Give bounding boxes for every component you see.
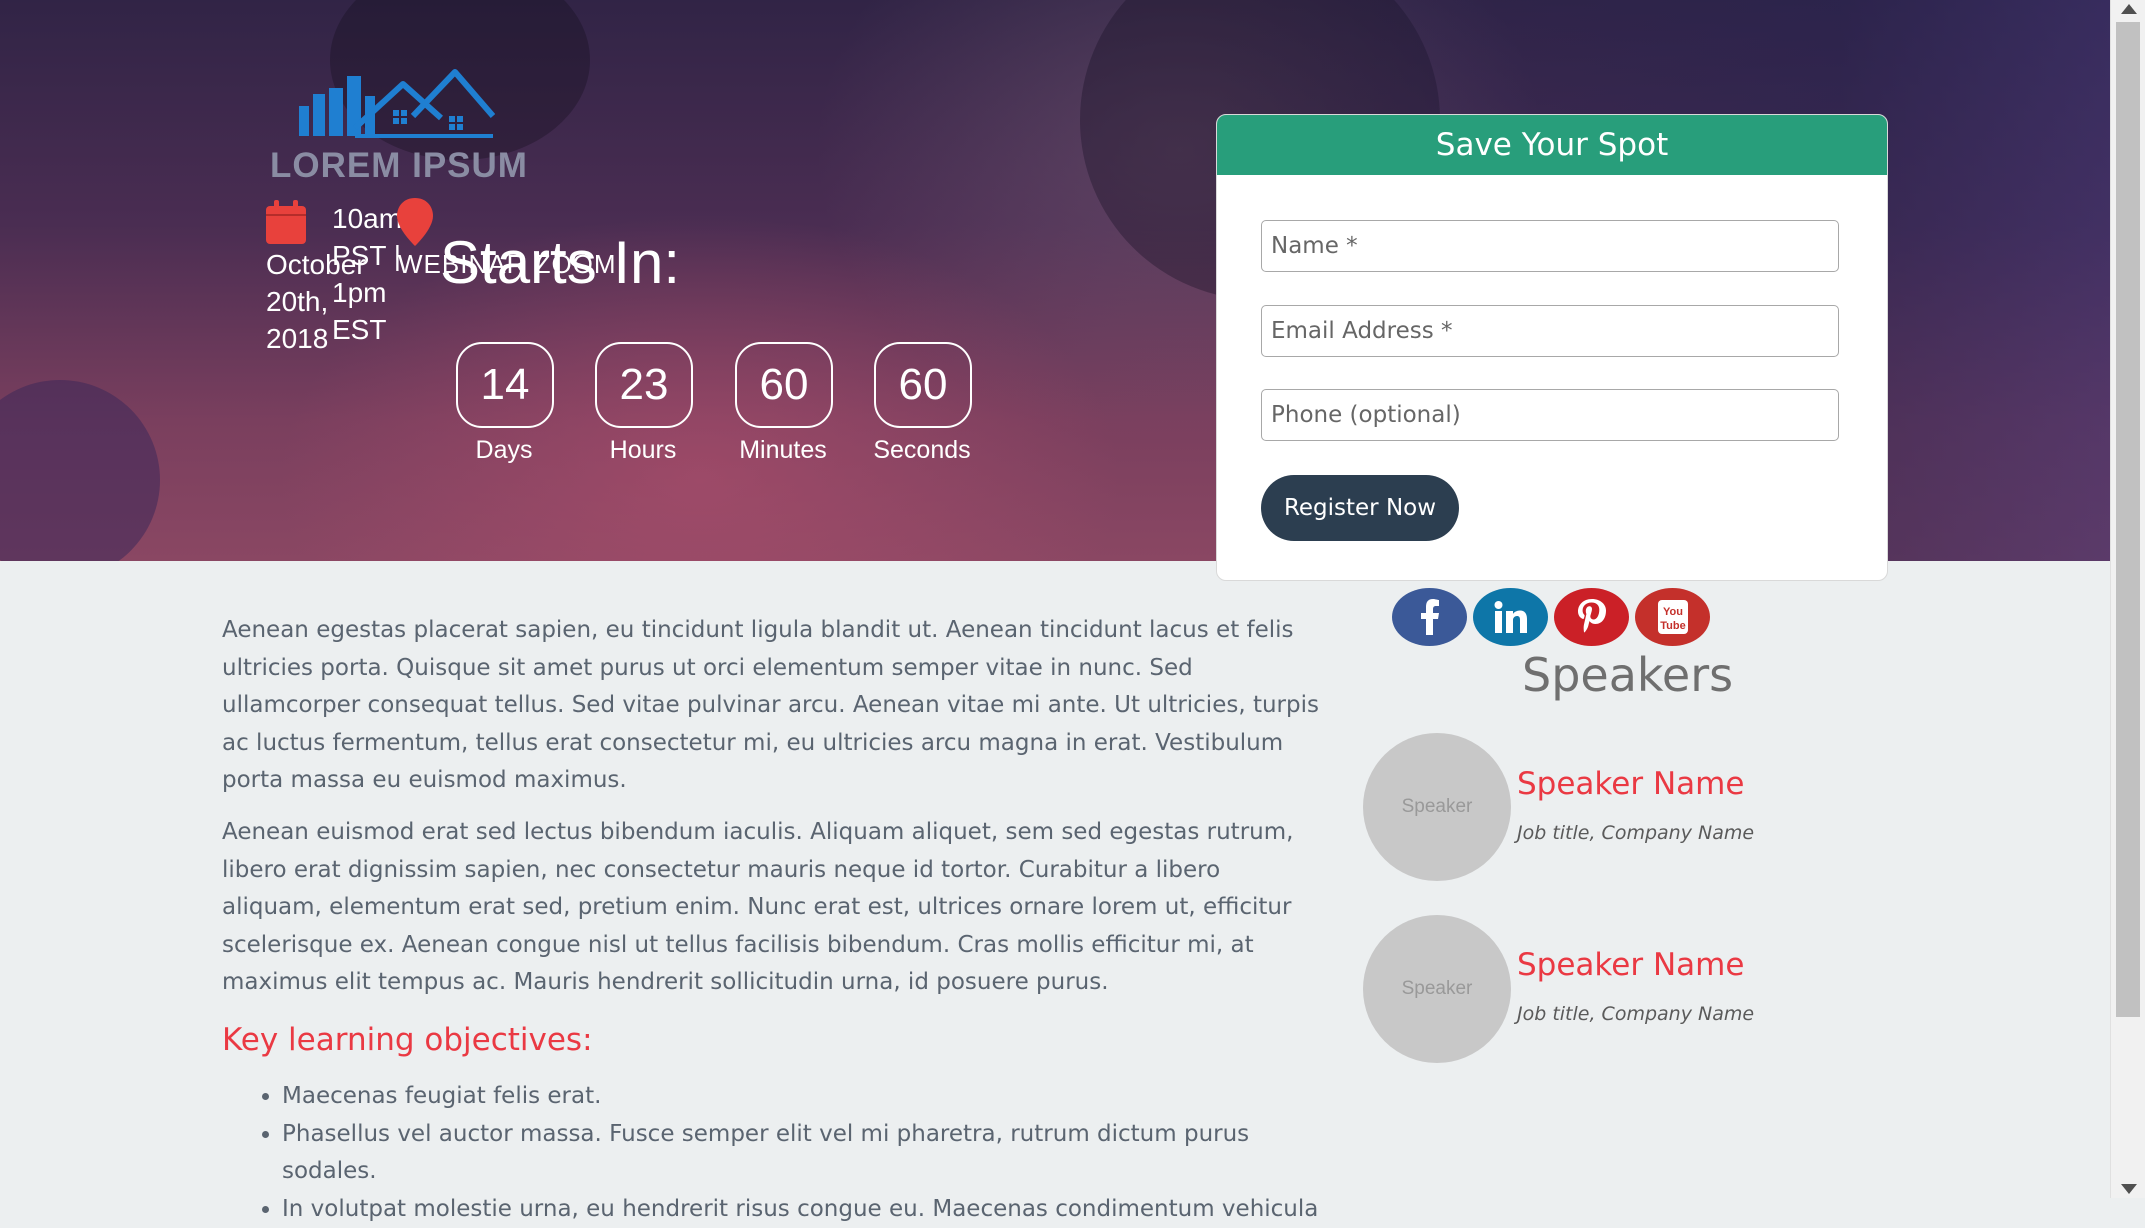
speakers-heading: Speakers	[1522, 648, 1734, 702]
youtube-icon: You Tube	[1657, 600, 1688, 634]
registration-form: Save Your Spot Register Now	[1216, 114, 1888, 581]
svg-text:You: You	[1663, 606, 1683, 618]
svg-text:Tube: Tube	[1660, 620, 1685, 632]
countdown-days-label: Days	[475, 436, 533, 464]
pinterest-icon	[1577, 599, 1606, 633]
countdown-hours-label: Hours	[609, 436, 677, 464]
speaker-avatar: Speaker	[1363, 915, 1511, 1063]
location-pin-icon	[397, 198, 433, 246]
description-paragraph-1: Aenean egestas placerat sapien, eu tinci…	[222, 617, 1319, 794]
logo-text: LOREM IPSUM	[270, 146, 528, 185]
countdown-minutes-label: Minutes	[739, 436, 827, 464]
scroll-down-arrow-icon[interactable]	[2121, 1184, 2137, 1194]
countdown-seconds-label: Seconds	[873, 436, 971, 464]
buildings-logo-icon	[299, 69, 495, 138]
linkedin-icon	[1494, 601, 1527, 633]
youtube-link[interactable]: You Tube	[1635, 588, 1710, 646]
form-title: Save Your Spot	[1217, 115, 1887, 175]
objectives-list: Maecenas feugiat felis erat. Phasellus v…	[222, 1078, 1322, 1228]
name-input[interactable]	[1261, 220, 1839, 272]
speaker-job-title: Job title, Company Name	[1517, 822, 1755, 844]
countdown-minutes-value: 60	[735, 342, 833, 428]
hero-background-shape	[0, 380, 160, 561]
linkedin-link[interactable]	[1473, 588, 1548, 646]
objective-item: Maecenas feugiat felis erat.	[282, 1078, 1322, 1116]
countdown-seconds-value: 60	[874, 342, 972, 428]
objectives-heading: Key learning objectives:	[222, 1021, 593, 1058]
facebook-icon	[1420, 599, 1439, 635]
countdown-heading: Starts In:	[440, 229, 681, 296]
description-paragraph-2: Aenean euismod erat sed lectus bibendum …	[222, 818, 1294, 996]
scroll-up-arrow-icon[interactable]	[2121, 4, 2137, 14]
pinterest-link[interactable]	[1554, 588, 1629, 646]
objective-item: Phasellus vel auctor massa. Fusce semper…	[282, 1116, 1322, 1191]
email-input[interactable]	[1261, 305, 1839, 357]
calendar-icon	[266, 200, 306, 244]
register-now-button[interactable]: Register Now	[1261, 475, 1459, 541]
vertical-scrollbar[interactable]	[2110, 0, 2145, 1198]
countdown-days-value: 14	[456, 342, 554, 428]
phone-input[interactable]	[1261, 389, 1839, 441]
speaker-avatar: Speaker	[1363, 733, 1511, 881]
objective-item: In volutpat molestie urna, eu hendrerit …	[282, 1191, 1322, 1228]
scrollbar-thumb[interactable]	[2116, 22, 2140, 1017]
event-description: Aenean egestas placerat sapien, eu tinci…	[222, 612, 1322, 1228]
speaker-name: Speaker Name	[1517, 947, 1745, 983]
facebook-link[interactable]	[1392, 588, 1467, 646]
brand-logo[interactable]: LOREM IPSUM	[270, 66, 530, 186]
speaker-name: Speaker Name	[1517, 766, 1745, 802]
speaker-job-title: Job title, Company Name	[1517, 1003, 1755, 1025]
countdown-hours-value: 23	[595, 342, 693, 428]
